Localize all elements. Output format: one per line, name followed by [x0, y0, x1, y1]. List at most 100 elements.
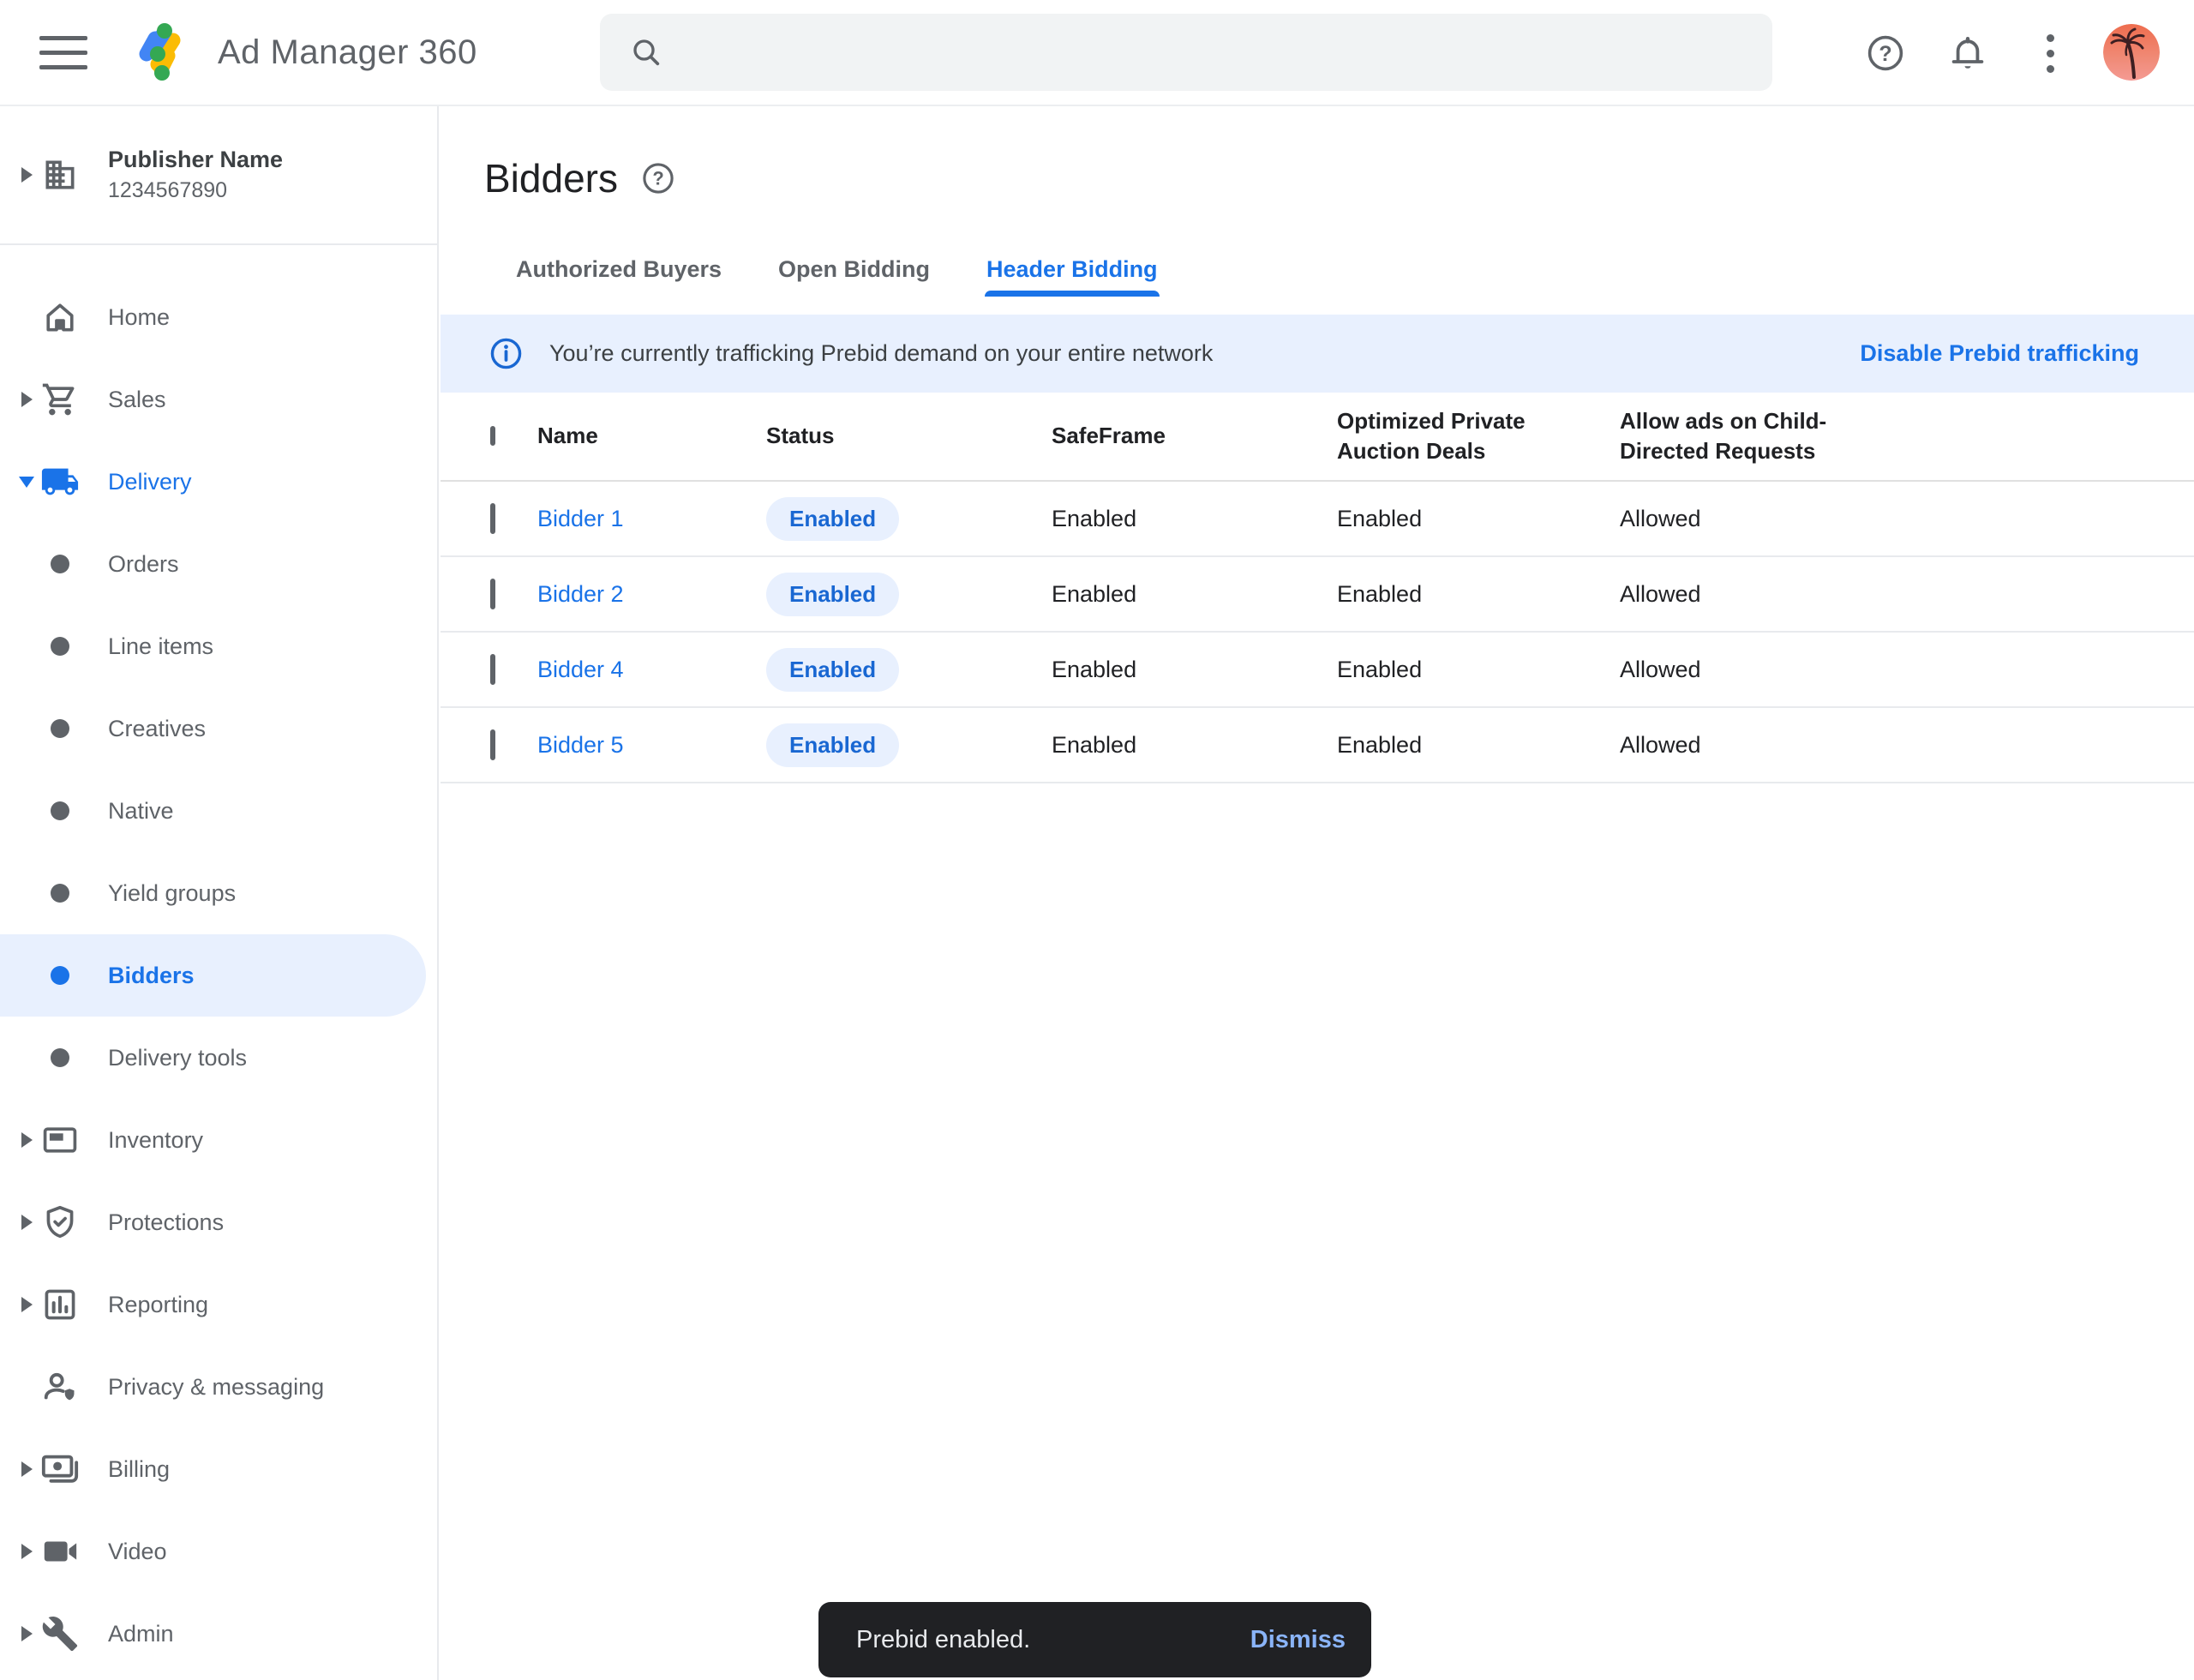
sidebar-item-protections[interactable]: Protections: [0, 1181, 437, 1263]
sidebar-item-label: Inventory: [108, 1127, 203, 1154]
sidebar-item-label: Reporting: [108, 1292, 208, 1318]
chevron-right-icon[interactable]: [15, 1544, 38, 1559]
tab-header-bidding[interactable]: Header Bidding: [986, 242, 1158, 297]
chevron-right-icon[interactable]: [15, 1132, 38, 1148]
sidebar-item-orders[interactable]: Orders: [0, 523, 437, 605]
status-badge: Enabled: [766, 497, 899, 541]
sidebar-item-delivery[interactable]: Delivery: [0, 441, 437, 523]
sidebar-item-label: Delivery tools: [108, 1045, 247, 1071]
help-icon[interactable]: ?: [1865, 33, 1906, 74]
more-options-icon[interactable]: [2036, 33, 2064, 74]
chevron-down-icon[interactable]: [15, 477, 38, 488]
row-checkbox[interactable]: [490, 503, 495, 534]
snackbar-toast: Prebid enabled. Dismiss: [818, 1602, 1371, 1677]
cell-optimized-private-auction-deals: Enabled: [1337, 506, 1620, 532]
table-row: Bidder 1EnabledEnabledEnabledAllowed: [441, 482, 2194, 557]
sidebar-item-label: Protections: [108, 1209, 224, 1236]
info-banner: You’re currently trafficking Prebid dema…: [441, 315, 2194, 393]
account-avatar[interactable]: [2103, 24, 2160, 81]
bullet-icon: [40, 884, 80, 903]
toast-message: Prebid enabled.: [856, 1626, 1030, 1654]
sidebar-item-label: Billing: [108, 1456, 170, 1483]
sidebar-item-label: Yield groups: [108, 880, 236, 907]
disable-prebid-trafficking-link[interactable]: Disable Prebid trafficking: [1860, 340, 2139, 367]
chevron-right-icon[interactable]: [15, 1626, 38, 1641]
tab-open-bidding[interactable]: Open Bidding: [778, 242, 930, 297]
chevron-right-icon[interactable]: [15, 392, 38, 407]
table-row: Bidder 4EnabledEnabledEnabledAllowed: [441, 633, 2194, 708]
sidebar-item-label: Delivery: [108, 469, 192, 495]
sidebar-item-home[interactable]: Home: [0, 276, 437, 358]
sidebar-item-line-items[interactable]: Line items: [0, 605, 437, 687]
toast-dismiss-button[interactable]: Dismiss: [1250, 1626, 1346, 1654]
sidebar-item-label: Privacy & messaging: [108, 1374, 324, 1401]
table-body: Bidder 1EnabledEnabledEnabledAllowedBidd…: [441, 482, 2194, 783]
chevron-right-icon[interactable]: [15, 1461, 38, 1477]
svg-text:?: ?: [1879, 42, 1891, 66]
row-checkbox[interactable]: [490, 654, 495, 685]
bullet-icon: [40, 719, 80, 738]
select-all-checkbox[interactable]: [490, 426, 495, 446]
sidebar-item-inventory[interactable]: Inventory: [0, 1099, 437, 1181]
sidebar-item-admin[interactable]: Admin: [0, 1593, 437, 1675]
bidder-link[interactable]: Bidder 2: [537, 581, 766, 608]
sidebar-item-label: Video: [108, 1539, 167, 1565]
column-header-name: Name: [537, 421, 766, 451]
cell-optimized-private-auction-deals: Enabled: [1337, 732, 1620, 759]
page-help-icon[interactable]: ?: [640, 160, 676, 196]
page-title: Bidders: [484, 155, 618, 201]
sidebar-item-label: Creatives: [108, 716, 206, 742]
menu-icon[interactable]: [39, 33, 87, 71]
privacy-icon: [40, 1367, 80, 1407]
column-header-status: Status: [766, 421, 1052, 451]
sidebar-item-sales[interactable]: Sales: [0, 358, 437, 441]
sidebar-nav: Publisher Name 1234567890 Home Sales Deliv…: [0, 106, 439, 1680]
tab-bar: Authorized Buyers Open Bidding Header Bidd…: [441, 242, 2194, 297]
chevron-right-icon: [15, 167, 38, 183]
sidebar-item-label: Orders: [108, 551, 179, 578]
notifications-bell-icon[interactable]: [1947, 33, 1988, 74]
sidebar-item-yield-groups[interactable]: Yield groups: [0, 852, 437, 934]
row-checkbox[interactable]: [490, 579, 495, 609]
row-checkbox[interactable]: [490, 729, 495, 760]
table-header: NameStatusSafeFrameOptimized Private Auc…: [441, 393, 2194, 482]
sidebar-item-delivery-tools[interactable]: Delivery tools: [0, 1017, 437, 1099]
bidder-link[interactable]: Bidder 1: [537, 506, 766, 532]
sidebar-item-native[interactable]: Native: [0, 770, 437, 852]
bullet-icon: [40, 1048, 80, 1067]
bidder-link[interactable]: Bidder 4: [537, 657, 766, 683]
bullet-icon: [40, 966, 80, 985]
billing-icon: [40, 1449, 80, 1489]
cell-safeframe: Enabled: [1052, 581, 1337, 608]
chevron-right-icon[interactable]: [15, 1215, 38, 1230]
inventory-icon: [40, 1121, 80, 1159]
cell-optimized-private-auction-deals: Enabled: [1337, 657, 1620, 683]
chevron-right-icon[interactable]: [15, 1297, 38, 1312]
sidebar-item-video[interactable]: Video: [0, 1510, 437, 1593]
bidder-link[interactable]: Bidder 5: [537, 732, 766, 759]
tab-authorized-buyers[interactable]: Authorized Buyers: [516, 242, 722, 297]
status-badge: Enabled: [766, 573, 899, 616]
building-icon: [40, 156, 80, 194]
search-icon: [629, 35, 663, 69]
sidebar-item-privacy-messaging[interactable]: Privacy & messaging: [0, 1346, 437, 1428]
sidebar-item-creatives[interactable]: Creatives: [0, 687, 437, 770]
publisher-switcher[interactable]: Publisher Name 1234567890: [0, 106, 437, 245]
search-input[interactable]: [682, 38, 1772, 67]
video-icon: [40, 1532, 80, 1571]
sidebar-item-label: Line items: [108, 633, 213, 660]
status-badge: Enabled: [766, 723, 899, 767]
sidebar-item-billing[interactable]: Billing: [0, 1428, 437, 1510]
ad-manager-logo-icon: [132, 20, 194, 85]
truck-icon: [40, 462, 80, 501]
sidebar-item-reporting[interactable]: Reporting: [0, 1263, 437, 1346]
cart-icon: [40, 381, 80, 418]
cell-child-directed: Allowed: [1620, 657, 2194, 683]
sidebar-item-label: Home: [108, 304, 170, 331]
column-header-safeframe: SafeFrame: [1052, 421, 1337, 451]
app-title: Ad Manager 360: [218, 33, 477, 72]
sidebar-item-label: Admin: [108, 1621, 174, 1647]
admin-icon: [40, 1615, 80, 1653]
palm-sunset-photo: [2103, 24, 2160, 81]
sidebar-item-bidders[interactable]: Bidders: [0, 934, 426, 1017]
